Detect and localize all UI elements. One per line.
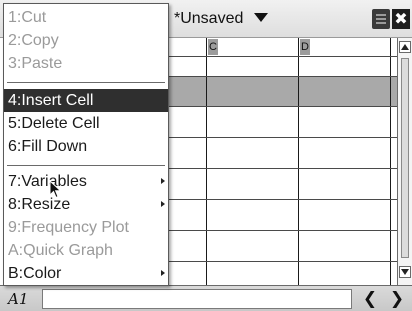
submenu-arrow-icon bbox=[161, 201, 165, 207]
menu-item-copy[interactable]: 2:Copy bbox=[4, 29, 168, 52]
menu-separator bbox=[7, 82, 165, 83]
menu-item-fill-down[interactable]: 6:Fill Down bbox=[4, 135, 168, 158]
menu-item-label: 7:Variables bbox=[8, 173, 87, 190]
entry-line-bar: A1 ❮ ❯ bbox=[0, 285, 412, 311]
next-arrow-icon[interactable]: ❯ bbox=[385, 288, 409, 310]
spreadsheet-grid[interactable]: C D bbox=[168, 38, 397, 285]
menu-item-insert-cell[interactable]: 4:Insert Cell bbox=[4, 89, 168, 112]
row-divider bbox=[168, 106, 397, 107]
row-divider bbox=[168, 56, 397, 57]
selected-row[interactable] bbox=[168, 76, 397, 106]
mouse-pointer-icon bbox=[49, 180, 62, 199]
cell-entry-input[interactable] bbox=[42, 289, 352, 309]
menu-item-resize[interactable]: 8:Resize bbox=[4, 193, 168, 216]
triangle-down-icon[interactable] bbox=[254, 13, 268, 22]
menu-item-paste[interactable]: 3:Paste bbox=[4, 52, 168, 75]
row-divider bbox=[168, 230, 397, 231]
column-header-c[interactable]: C bbox=[208, 39, 218, 55]
battery-icon bbox=[372, 9, 390, 29]
menu-item-quick-graph[interactable]: A:Quick Graph bbox=[4, 239, 168, 262]
row-divider bbox=[168, 137, 397, 138]
menu-item-delete-cell[interactable]: 5:Delete Cell bbox=[4, 112, 168, 135]
column-header-d[interactable]: D bbox=[300, 39, 310, 55]
vertical-scrollbar[interactable] bbox=[397, 38, 412, 285]
menu-item-color[interactable]: B:Color bbox=[4, 262, 168, 285]
row-divider bbox=[168, 261, 397, 262]
cell-reference: A1 bbox=[8, 290, 29, 308]
context-menu: 1:Cut 2:Copy 3:Paste 4:Insert Cell 5:Del… bbox=[3, 3, 169, 286]
row-divider bbox=[168, 168, 397, 169]
scroll-down-arrow-icon[interactable] bbox=[399, 266, 411, 278]
menu-item-frequency-plot[interactable]: 9:Frequency Plot bbox=[4, 216, 168, 239]
menu-item-cut[interactable]: 1:Cut bbox=[4, 6, 168, 29]
menu-item-label: B:Color bbox=[8, 265, 62, 282]
row-divider bbox=[168, 199, 397, 200]
scroll-thumb[interactable] bbox=[401, 58, 409, 258]
document-title[interactable]: *Unsaved bbox=[174, 10, 243, 28]
submenu-arrow-icon bbox=[161, 270, 165, 276]
row-divider bbox=[168, 76, 397, 77]
close-icon[interactable]: ✖ bbox=[392, 9, 410, 29]
submenu-arrow-icon bbox=[161, 178, 165, 184]
menu-separator bbox=[7, 165, 165, 166]
scroll-up-arrow-icon[interactable] bbox=[399, 41, 411, 53]
menu-item-variables[interactable]: 7:Variables bbox=[4, 170, 168, 193]
previous-arrow-icon[interactable]: ❮ bbox=[358, 288, 382, 310]
